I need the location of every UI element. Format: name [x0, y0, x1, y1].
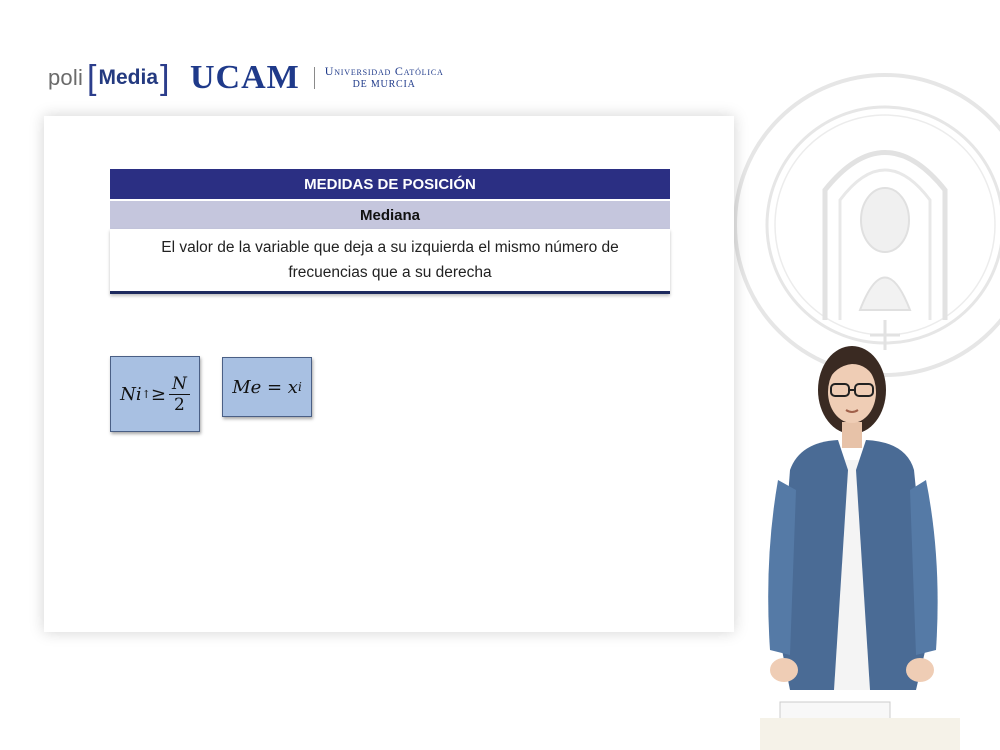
polimedia-logo: poli [ Media ] [48, 58, 169, 98]
ucam-text: UCAM [190, 59, 300, 96]
bracket-right: ] [160, 59, 170, 97]
fraction-denominator: 2 [173, 394, 185, 415]
media-logo: [ Media ] [87, 61, 169, 95]
table-title: MEDIDAS DE POSICIÓN [110, 169, 670, 199]
formula-box-median: Me = xi [222, 357, 312, 417]
university-line-2: DE MURCIA [352, 79, 416, 90]
university-line-1: Universidad Católica [324, 64, 444, 78]
median-subscript: i [297, 380, 302, 394]
median-formula: Me = x [232, 376, 298, 398]
definition-line-1: El valor de la variable que deja a su iz… [161, 239, 619, 256]
slide-panel: MEDIDAS DE POSICIÓN Mediana El valor de … [44, 116, 734, 632]
formula-up-arrow: ↑ [141, 387, 151, 401]
presenter-image [760, 346, 960, 750]
logo-divider [313, 67, 315, 89]
university-name: Universidad Católica DE MURCIA [325, 64, 444, 92]
definition-text: El valor de la variable que deja a su iz… [110, 229, 670, 294]
table-subtitle: Mediana [110, 201, 670, 229]
formula-lhs: Ni [120, 383, 142, 405]
definition-line-2: frecuencias que a su derecha [288, 264, 492, 281]
formula-fraction: N 2 [168, 374, 190, 415]
bracket-left: [ [87, 59, 97, 97]
media-text: Media [98, 66, 159, 89]
formula-operator: ≥ [150, 383, 166, 405]
definition-table: MEDIDAS DE POSICIÓN Mediana El valor de … [110, 169, 670, 294]
ucam-logo: UCAM Universidad Católica DE MURCIA [190, 58, 444, 98]
formula-box-inequality: Ni ↑ ≥ N 2 [110, 356, 200, 432]
fraction-numerator: N [168, 374, 190, 395]
poli-text: poli [48, 65, 84, 90]
